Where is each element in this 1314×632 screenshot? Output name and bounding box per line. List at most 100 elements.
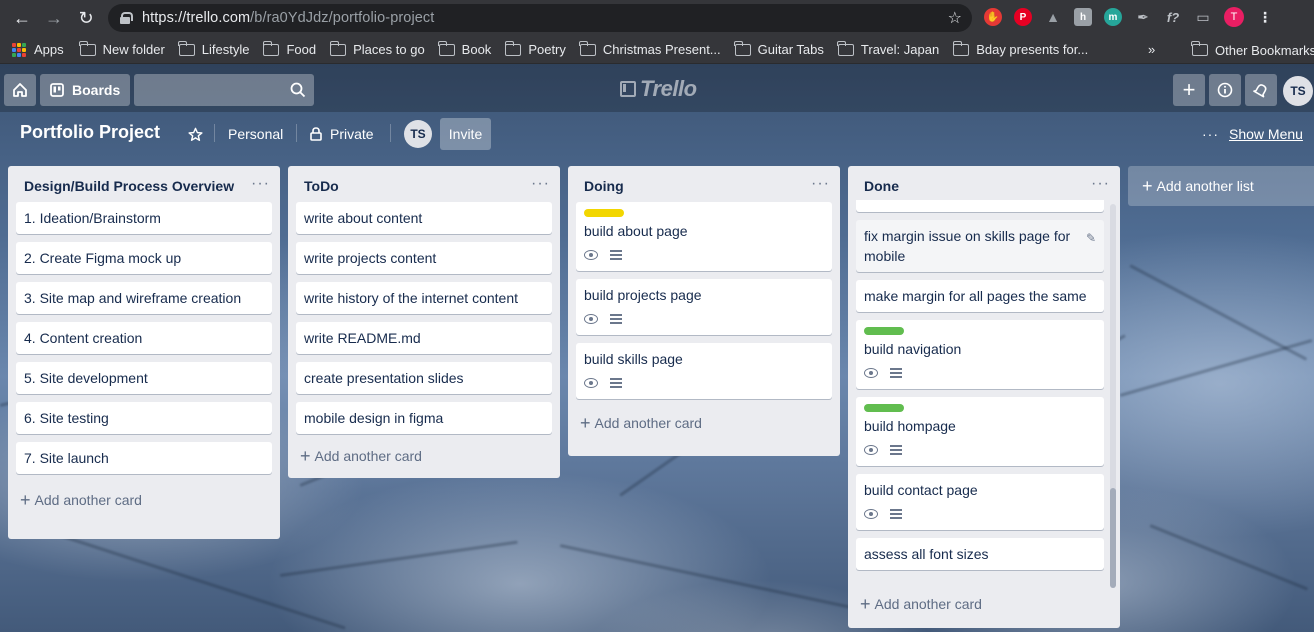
show-menu-button[interactable]: ··· Show Menu	[1202, 118, 1303, 150]
card[interactable]: build about page	[576, 202, 832, 271]
card[interactable]: build skills page	[576, 343, 832, 399]
extension-grey-icon[interactable]: h	[1074, 8, 1092, 26]
member-avatar[interactable]: TS	[1283, 76, 1313, 106]
function-icon[interactable]: f?	[1164, 8, 1182, 26]
card[interactable]: build contact page	[856, 474, 1104, 530]
team-button[interactable]: Personal	[228, 118, 283, 150]
card[interactable]: mobile design in figma	[296, 402, 552, 434]
card[interactable]: build projects page	[576, 279, 832, 335]
bookmark-folder[interactable]: Guitar Tabs	[734, 40, 824, 57]
folder-icon	[504, 40, 522, 56]
other-bookmarks[interactable]: Other Bookmarks	[1191, 36, 1314, 64]
visibility-button[interactable]: Private	[310, 118, 374, 150]
card[interactable]: 4. Content creation	[16, 322, 272, 354]
card[interactable]: 7. Site launch	[16, 442, 272, 474]
description-icon	[610, 378, 622, 388]
pinterest-icon[interactable]: P	[1014, 8, 1032, 26]
card-badges	[584, 245, 824, 265]
cast-icon[interactable]: ▭	[1194, 8, 1212, 26]
bookmark-folder[interactable]: Travel: Japan	[837, 40, 939, 57]
reload-icon[interactable]: ↻	[72, 4, 100, 32]
search-input[interactable]	[134, 74, 314, 106]
create-button[interactable]: +	[1173, 74, 1205, 106]
profile-avatar[interactable]: T	[1224, 7, 1244, 27]
card[interactable]: write README.md	[296, 322, 552, 354]
forward-icon[interactable]: →	[40, 4, 68, 32]
board-member-avatar[interactable]: TS	[404, 120, 432, 148]
bookmark-star-icon[interactable]: ☆	[948, 8, 962, 28]
add-card-button[interactable]: + Add another card	[288, 442, 560, 476]
boards-icon	[50, 83, 64, 97]
more-dots-icon: ···	[1202, 126, 1219, 142]
pen-tool-icon[interactable]: ✒	[1134, 8, 1152, 26]
home-button[interactable]	[4, 74, 36, 106]
card-label-green	[864, 404, 904, 412]
search-icon	[290, 82, 306, 98]
bookmark-folder[interactable]: Book	[438, 40, 491, 57]
folder-icon	[438, 40, 455, 56]
card[interactable]: make margin for all pages the same	[856, 280, 1104, 312]
list-done: Done ··· fix margin issue on skills page…	[848, 166, 1120, 628]
boards-button[interactable]: Boards	[40, 74, 130, 106]
card[interactable]: 2. Create Figma mock up	[16, 242, 272, 274]
bookmark-apps[interactable]: Apps	[12, 42, 64, 57]
card-title: fix margin issue on skills page for mobi…	[864, 228, 1071, 264]
notifications-button[interactable]	[1245, 74, 1277, 106]
add-list-button[interactable]: + Add another list	[1128, 166, 1314, 206]
card[interactable]: write history of the internet content	[296, 282, 552, 314]
extension-m-icon[interactable]: m	[1104, 8, 1122, 26]
star-board-button[interactable]	[182, 118, 208, 150]
card[interactable]: fix margin issue on skills page for mobi…	[856, 220, 1104, 272]
bookmark-folder[interactable]: Places to go	[329, 40, 425, 57]
extension-hand-icon[interactable]: ✋	[984, 8, 1002, 26]
back-icon[interactable]: ←	[8, 4, 36, 32]
bookmark-folder[interactable]: New folder	[79, 40, 165, 57]
list-title[interactable]: Done	[848, 166, 1120, 200]
list-title[interactable]: Design/Build Process Overview	[8, 166, 280, 200]
list-menu-icon[interactable]: ···	[1091, 175, 1110, 193]
card-partial[interactable]	[856, 200, 1104, 212]
card[interactable]: write about content	[296, 202, 552, 234]
boards-label: Boards	[72, 82, 121, 98]
bookmark-folder[interactable]: Food	[262, 40, 316, 57]
folder-icon	[952, 40, 970, 56]
plus-icon: +	[300, 446, 311, 466]
list-title[interactable]: Doing	[568, 166, 840, 200]
add-card-button[interactable]: + Add another card	[568, 407, 840, 443]
bookmark-folder[interactable]: Lifestyle	[178, 40, 249, 57]
card-label-green	[864, 327, 904, 335]
divider	[214, 124, 215, 142]
info-button[interactable]	[1209, 74, 1241, 106]
card[interactable]: 3. Site map and wireframe creation	[16, 282, 272, 314]
bookmarks-overflow-button[interactable]: »	[1148, 42, 1155, 57]
invite-button[interactable]: Invite	[440, 118, 491, 150]
card[interactable]: build hompage	[856, 397, 1104, 466]
add-card-button[interactable]: + Add another card	[848, 586, 1120, 624]
card[interactable]: create presentation slides	[296, 362, 552, 394]
drive-icon[interactable]: ▲	[1044, 8, 1062, 26]
add-card-button[interactable]: + Add another card	[8, 482, 280, 520]
card[interactable]: write projects content	[296, 242, 552, 274]
list-menu-icon[interactable]: ···	[251, 175, 270, 193]
home-icon	[13, 83, 27, 97]
bookmark-folder[interactable]: Poetry	[504, 40, 566, 57]
info-icon	[1217, 82, 1233, 98]
list-menu-icon[interactable]: ···	[811, 175, 830, 193]
list-menu-icon[interactable]: ···	[531, 175, 550, 193]
folder-icon	[329, 40, 347, 56]
more-vert-icon[interactable]: ⋮	[1256, 8, 1274, 26]
card[interactable]: 5. Site development	[16, 362, 272, 394]
trello-logo[interactable]: Trello	[620, 76, 697, 102]
bookmark-folder[interactable]: Bday presents for...	[952, 40, 1088, 57]
board-title[interactable]: Portfolio Project	[20, 122, 160, 143]
card[interactable]: 6. Site testing	[16, 402, 272, 434]
bookmark-folder[interactable]: Christmas Present...	[579, 40, 721, 57]
address-bar[interactable]: https://trello.com/b/ra0YdJdz/portfolio-…	[108, 4, 972, 32]
list-todo: ToDo ··· write about content write proje…	[288, 166, 560, 478]
list-title[interactable]: ToDo	[288, 166, 560, 200]
card[interactable]: assess all font sizes	[856, 538, 1104, 570]
description-icon	[890, 509, 902, 519]
card[interactable]: build navigation	[856, 320, 1104, 389]
edit-pencil-icon[interactable]: ✎	[1086, 228, 1096, 248]
card[interactable]: 1. Ideation/Brainstorm	[16, 202, 272, 234]
